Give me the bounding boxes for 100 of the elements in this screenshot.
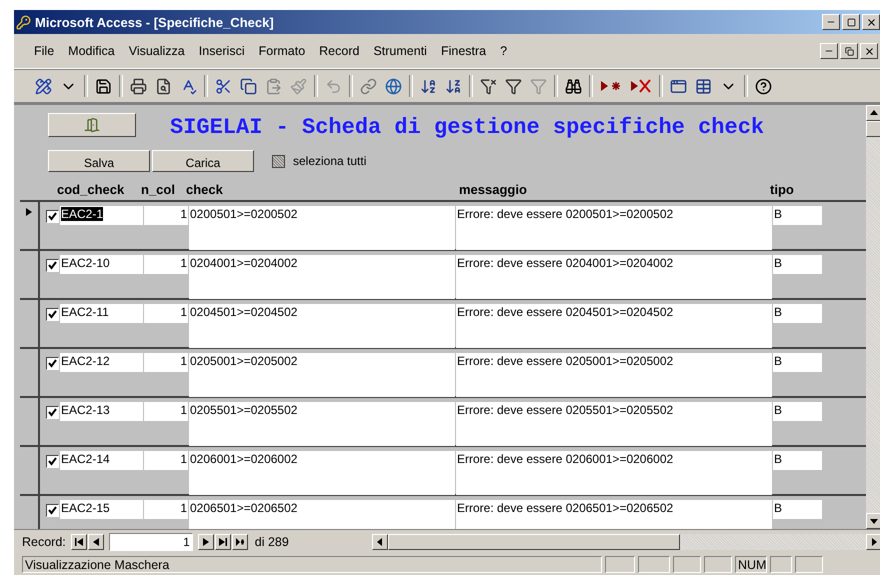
menu-item[interactable]: Visualizza	[128, 44, 185, 58]
exit-button[interactable]	[48, 112, 136, 136]
text-field[interactable]: B	[773, 500, 822, 519]
form-button[interactable]: Salva	[48, 150, 150, 172]
text-field[interactable]: EAC2-10	[60, 255, 143, 274]
printer-icon[interactable]	[129, 76, 148, 96]
text-field[interactable]: EAC2-14	[60, 451, 143, 470]
text-field[interactable]: B	[773, 451, 822, 470]
text-field[interactable]: B	[773, 304, 822, 323]
text-field[interactable]: Errore: deve essere 0200501>=0200502	[456, 206, 772, 250]
select-all-checkbox[interactable]	[272, 154, 285, 168]
record-number-field[interactable]: 1	[108, 533, 193, 551]
record-label: Record:	[22, 535, 66, 549]
globe-icon[interactable]	[384, 76, 403, 96]
status-panel	[638, 556, 670, 573]
first-record-button[interactable]	[70, 534, 87, 550]
text-field[interactable]: 1	[144, 500, 188, 519]
text-field[interactable]: Errore: deve essere 0205501>=0205502	[456, 402, 772, 446]
text-field[interactable]: 0204001>=0204002	[189, 255, 455, 299]
minimize-button[interactable]	[822, 14, 840, 30]
check-icon	[48, 408, 57, 417]
scroll-thumb[interactable]	[866, 121, 880, 137]
text-field[interactable]: 0206501>=0206502	[189, 500, 455, 529]
column-header: cod_check	[57, 182, 126, 196]
form-button[interactable]: Carica	[152, 150, 254, 172]
text-field[interactable]: 1	[144, 451, 188, 470]
previous-record-button[interactable]	[88, 534, 104, 550]
menu-item[interactable]: ?	[500, 44, 508, 58]
row-checkbox[interactable]	[46, 210, 59, 223]
row-checkbox[interactable]	[46, 406, 59, 419]
help-icon[interactable]	[754, 76, 773, 96]
menu-item[interactable]: Record	[319, 44, 360, 58]
menu-item[interactable]: Inserisci	[198, 44, 245, 58]
text-field[interactable]: 0205501>=0205502	[189, 402, 455, 446]
last-record-button[interactable]	[214, 534, 231, 550]
text-field[interactable]: 0206001>=0206002	[189, 451, 455, 495]
menu-item[interactable]: Modifica	[68, 44, 115, 58]
copy-icon[interactable]	[239, 76, 258, 96]
text-field[interactable]: Errore: deve essere 0206001>=0206002	[456, 451, 772, 495]
restore-button[interactable]	[840, 43, 858, 59]
row-checkbox[interactable]	[46, 455, 59, 468]
next-record-button[interactable]	[198, 534, 214, 550]
scroll-left-button[interactable]	[372, 534, 388, 550]
menu-item[interactable]: Formato	[258, 44, 306, 58]
row-checkbox[interactable]	[46, 357, 59, 370]
close-button[interactable]	[860, 43, 878, 59]
text-field[interactable]: 1	[144, 353, 188, 372]
scroll-up-button[interactable]	[866, 105, 880, 121]
text-field[interactable]: B	[773, 206, 822, 225]
save-icon[interactable]	[94, 76, 113, 96]
scroll-thumb[interactable]	[388, 534, 680, 550]
text-field[interactable]: EAC2-1	[60, 206, 143, 225]
horizontal-scrollbar[interactable]	[372, 534, 880, 550]
minimize-button[interactable]	[820, 43, 838, 59]
new-record-icon[interactable]	[599, 78, 623, 94]
check-icon	[48, 457, 57, 466]
scroll-right-button[interactable]	[866, 534, 880, 550]
link-icon[interactable]	[359, 76, 378, 96]
text-field[interactable]: 1	[144, 206, 188, 225]
menu-item[interactable]: File	[34, 44, 54, 58]
scroll-down-button[interactable]	[866, 513, 880, 529]
text-field[interactable]: B	[773, 255, 822, 274]
text-field[interactable]: Errore: deve essere 0204001>=0204002	[456, 255, 772, 299]
close-icon	[866, 16, 876, 28]
filter-icon[interactable]	[504, 76, 523, 96]
text-field[interactable]: 0200501>=0200502	[189, 206, 455, 250]
text-field[interactable]: EAC2-12	[60, 353, 143, 372]
new-record-button[interactable]	[232, 534, 248, 550]
close-button[interactable]	[862, 14, 880, 30]
table-icon[interactable]	[694, 76, 713, 96]
column-header: messaggio	[458, 182, 528, 196]
text-field[interactable]: 1	[144, 304, 188, 323]
current-record-icon	[25, 208, 33, 216]
text-field[interactable]: 0204501>=0204502	[189, 304, 455, 348]
filter-icon[interactable]	[479, 76, 498, 96]
text-field[interactable]: 0205001>=0205002	[189, 353, 455, 397]
text-field[interactable]: Errore: deve essere 0206501>=0206502	[456, 500, 772, 529]
text-field[interactable]: Errore: deve essere 0204501>=0204502	[456, 304, 772, 348]
vertical-scrollbar[interactable]	[866, 105, 880, 529]
print-preview-icon[interactable]	[154, 76, 173, 96]
text-field[interactable]: B	[773, 353, 822, 372]
column-header: check	[186, 182, 224, 196]
text-field[interactable]: B	[773, 402, 822, 421]
row-checkbox[interactable]	[46, 504, 59, 517]
text-field[interactable]: EAC2-13	[60, 402, 143, 421]
text-field[interactable]: 1	[144, 255, 188, 274]
status-panel	[770, 556, 792, 573]
menu-item[interactable]: Strumenti	[373, 44, 427, 58]
delete-record-icon[interactable]	[629, 78, 653, 94]
row-checkbox[interactable]	[46, 259, 59, 272]
binoculars-icon[interactable]	[564, 76, 583, 96]
cut-icon[interactable]	[214, 76, 233, 96]
text-field[interactable]: EAC2-11	[60, 304, 143, 323]
text-field[interactable]: 1	[144, 402, 188, 421]
ruler-icon[interactable]	[34, 76, 53, 96]
menu-item[interactable]: Finestra	[440, 44, 486, 58]
maximize-button[interactable]	[842, 14, 860, 30]
row-checkbox[interactable]	[46, 308, 59, 321]
text-field[interactable]: EAC2-15	[60, 500, 143, 519]
text-field[interactable]: Errore: deve essere 0205001>=0205002	[456, 353, 772, 397]
